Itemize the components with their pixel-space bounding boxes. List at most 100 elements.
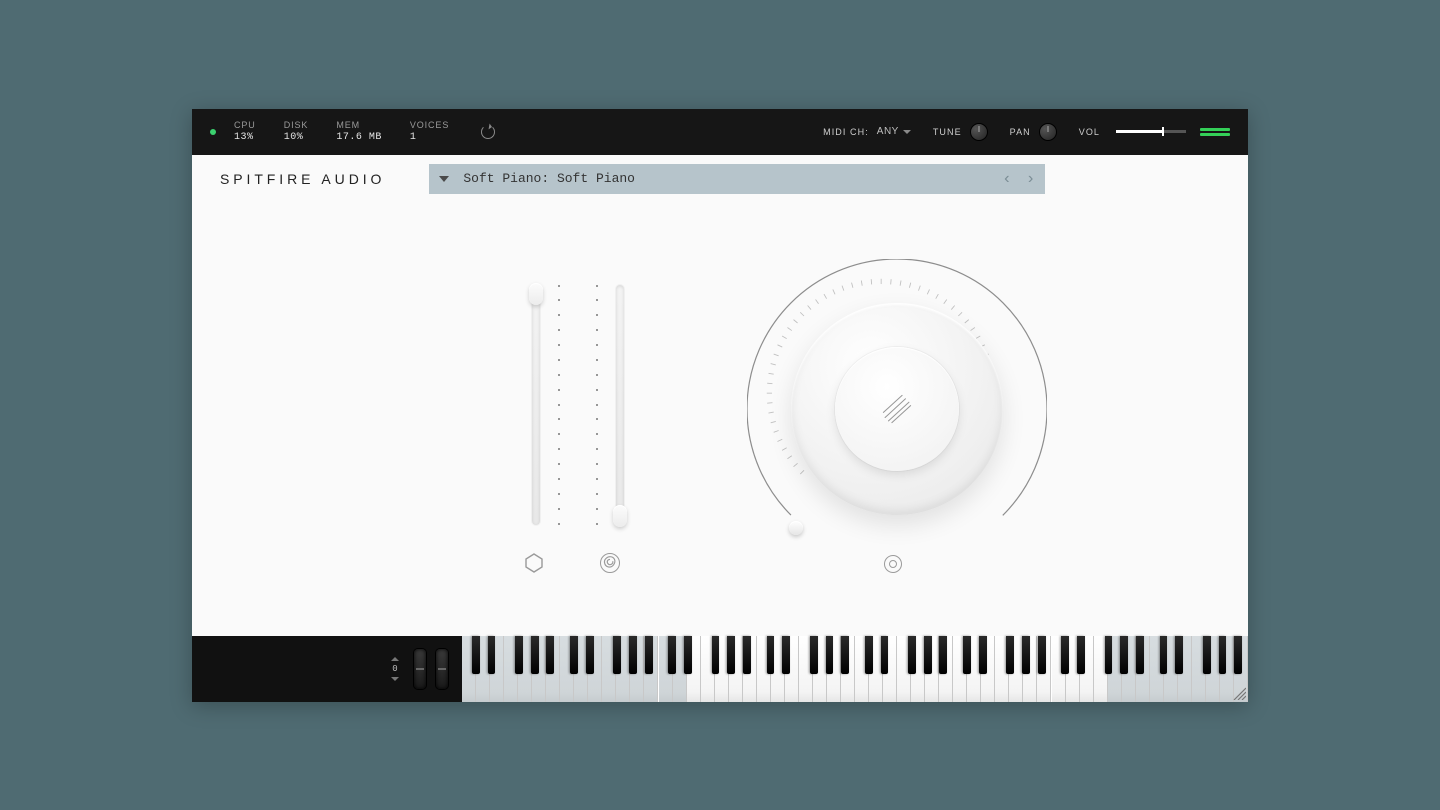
black-key[interactable] xyxy=(1038,636,1046,674)
slider-expression[interactable] xyxy=(606,285,634,525)
black-key[interactable] xyxy=(472,636,480,674)
black-key[interactable] xyxy=(727,636,735,674)
black-key[interactable] xyxy=(1160,636,1168,674)
black-key[interactable] xyxy=(712,636,720,674)
black-key[interactable] xyxy=(1136,636,1144,674)
black-key[interactable] xyxy=(924,636,932,674)
cpu-value: 13% xyxy=(234,132,256,143)
disk-value: 10% xyxy=(284,132,309,143)
voices-label: VOICES xyxy=(410,120,449,130)
main-dial[interactable] xyxy=(747,259,1047,559)
dynamics-icon[interactable] xyxy=(524,553,544,573)
volume-control: VOL xyxy=(1079,127,1230,137)
reverb-icon[interactable] xyxy=(884,555,902,573)
disk-stat: DISK 10% xyxy=(284,120,309,143)
black-key[interactable] xyxy=(515,636,523,674)
pan-control: PAN xyxy=(1010,123,1057,141)
volume-slider[interactable] xyxy=(1116,130,1186,133)
black-key[interactable] xyxy=(939,636,947,674)
spitfire-logo-icon xyxy=(880,392,914,426)
black-key[interactable] xyxy=(810,636,818,674)
pitch-wheel[interactable] xyxy=(414,649,426,689)
black-key[interactable] xyxy=(668,636,676,674)
main-panel xyxy=(192,203,1248,636)
preset-selector[interactable]: Soft Piano: Soft Piano ‹ › xyxy=(429,164,1045,194)
preset-dropdown-icon[interactable] xyxy=(439,176,449,182)
black-key[interactable] xyxy=(1120,636,1128,674)
piano-keyboard[interactable] xyxy=(462,636,1248,702)
midi-value: ANY xyxy=(877,126,899,137)
mem-stat: MEM 17.6 MB xyxy=(336,120,382,143)
black-key[interactable] xyxy=(684,636,692,674)
mod-wheel[interactable] xyxy=(436,649,448,689)
slider-ticks xyxy=(596,285,598,525)
black-key[interactable] xyxy=(841,636,849,674)
keyboard-octave xyxy=(462,636,560,702)
expression-icon[interactable] xyxy=(600,553,620,573)
black-key[interactable] xyxy=(743,636,751,674)
black-key[interactable] xyxy=(1105,636,1113,674)
volume-thumb[interactable] xyxy=(1162,127,1164,136)
octave-up-button[interactable] xyxy=(391,657,399,661)
black-key[interactable] xyxy=(908,636,916,674)
plugin-window: CPU 13% DISK 10% MEM 17.6 MB VOICES 1 MI… xyxy=(192,109,1248,702)
status-indicator-icon xyxy=(210,129,216,135)
chevron-down-icon xyxy=(903,130,911,134)
black-key[interactable] xyxy=(1219,636,1227,674)
keyboard-octave xyxy=(659,636,757,702)
dial-indicator[interactable] xyxy=(789,521,803,535)
black-key[interactable] xyxy=(629,636,637,674)
octave-down-button[interactable] xyxy=(391,677,399,681)
black-key[interactable] xyxy=(613,636,621,674)
black-key[interactable] xyxy=(1175,636,1183,674)
preset-next-button[interactable]: › xyxy=(1026,170,1036,188)
header-row: SPITFIRE AUDIO Soft Piano: Soft Piano ‹ … xyxy=(192,155,1248,203)
black-key[interactable] xyxy=(645,636,653,674)
keyboard-octave xyxy=(953,636,1051,702)
black-key[interactable] xyxy=(963,636,971,674)
black-key[interactable] xyxy=(488,636,496,674)
black-key[interactable] xyxy=(826,636,834,674)
reload-icon[interactable] xyxy=(481,125,495,139)
black-key[interactable] xyxy=(881,636,889,674)
black-key[interactable] xyxy=(1203,636,1211,674)
black-key[interactable] xyxy=(586,636,594,674)
black-key[interactable] xyxy=(570,636,578,674)
slider-ticks xyxy=(558,285,560,525)
black-key[interactable] xyxy=(531,636,539,674)
black-key[interactable] xyxy=(782,636,790,674)
black-key[interactable] xyxy=(546,636,554,674)
black-key[interactable] xyxy=(865,636,873,674)
midi-channel-select[interactable]: MIDI CH: ANY xyxy=(823,126,911,137)
level-meter-icon xyxy=(1200,128,1230,136)
brand-name: SPITFIRE AUDIO xyxy=(220,171,385,187)
pan-knob[interactable] xyxy=(1039,123,1057,141)
volume-fill xyxy=(1116,130,1162,133)
dial-knob[interactable] xyxy=(791,303,1003,515)
vertical-sliders xyxy=(522,285,634,525)
midi-label: MIDI CH: xyxy=(823,127,869,137)
keyboard-octave xyxy=(757,636,855,702)
black-key[interactable] xyxy=(1061,636,1069,674)
tune-knob[interactable] xyxy=(970,123,988,141)
black-key[interactable] xyxy=(1022,636,1030,674)
cpu-label: CPU xyxy=(234,120,256,130)
resize-handle-icon[interactable] xyxy=(1230,684,1246,700)
slider-thumb[interactable] xyxy=(529,283,543,305)
mem-label: MEM xyxy=(336,120,382,130)
slider-thumb[interactable] xyxy=(613,505,627,527)
octave-value: 0 xyxy=(392,664,397,674)
slider-dynamics[interactable] xyxy=(522,285,550,525)
black-key[interactable] xyxy=(1077,636,1085,674)
preset-prev-button[interactable]: ‹ xyxy=(1002,170,1012,188)
black-key[interactable] xyxy=(1006,636,1014,674)
slider-icons xyxy=(524,553,620,573)
black-key[interactable] xyxy=(979,636,987,674)
black-key[interactable] xyxy=(767,636,775,674)
keyboard-octave xyxy=(560,636,658,702)
keyboard-strip: 0 xyxy=(192,636,1248,702)
disk-label: DISK xyxy=(284,120,309,130)
tune-label: TUNE xyxy=(933,127,962,137)
slider-track xyxy=(532,285,540,525)
black-key[interactable] xyxy=(1234,636,1242,674)
